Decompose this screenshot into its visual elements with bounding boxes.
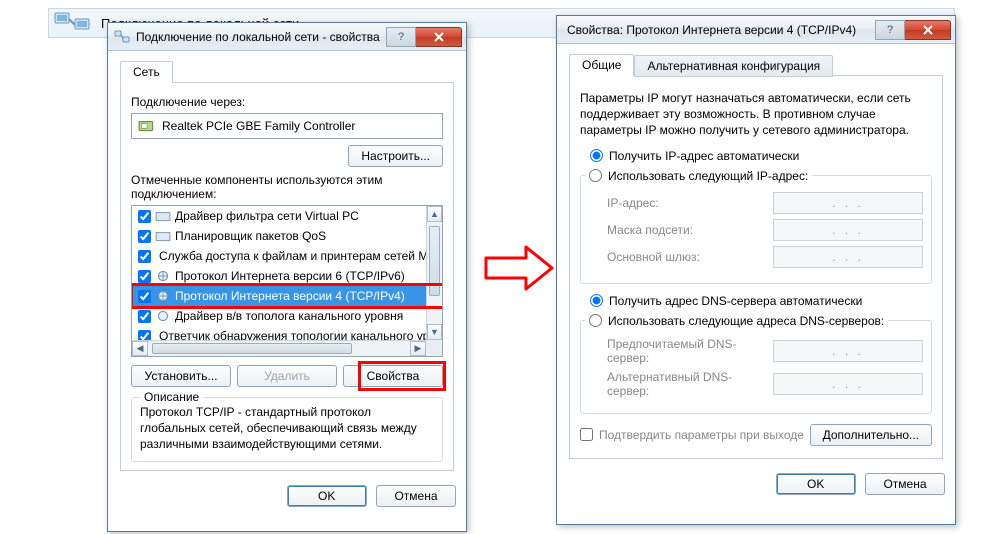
scrollbar-corner [426, 340, 442, 356]
intro-text: Параметры IP могут назначаться автоматич… [580, 90, 932, 139]
protocol-icon [155, 289, 171, 303]
scroll-down-button[interactable]: ▼ [427, 324, 442, 340]
network-icon [114, 29, 130, 45]
help-button[interactable]: ? [386, 27, 416, 47]
radio-ip-auto[interactable] [590, 149, 603, 162]
radio-dns-auto-label: Получить адрес DNS-сервера автоматически [609, 294, 862, 308]
component-label: Драйвер фильтра сети Virtual PC [175, 209, 359, 223]
service-icon [155, 229, 171, 243]
properties-button[interactable]: Свойства [343, 365, 443, 387]
component-item[interactable]: Драйвер фильтра сети Virtual PC [132, 206, 426, 226]
tabstrip: Сеть [120, 61, 454, 83]
scroll-right-button[interactable]: ▶ [410, 341, 426, 356]
close-button[interactable] [905, 20, 951, 40]
titlebar[interactable]: Свойства: Протокол Интернета версии 4 (T… [557, 16, 955, 44]
cancel-button[interactable]: Отмена [865, 473, 945, 495]
component-checkbox[interactable] [138, 230, 151, 243]
component-item[interactable]: Планировщик пакетов QoS [132, 226, 426, 246]
window-title: Подключение по локальной сети - свойства [136, 30, 386, 44]
components-label: Отмеченные компоненты используются этим … [131, 173, 443, 201]
radio-dns-manual[interactable] [589, 314, 602, 327]
component-item[interactable]: Драйвер в/в тополога канального уровня [132, 306, 426, 326]
titlebar[interactable]: Подключение по локальной сети - свойства… [108, 23, 466, 51]
gateway-field: . . . [773, 246, 923, 268]
subnet-mask-label: Маска подсети: [585, 223, 773, 237]
component-item[interactable]: Служба доступа к файлам и принтерам сете… [132, 246, 426, 266]
adapter-field: Realtek PCIe GBE Family Controller [131, 113, 443, 139]
scroll-thumb[interactable] [152, 343, 352, 354]
arrow-annotation [484, 245, 554, 291]
radio-dns-manual-label: Использовать следующие адреса DNS-сервер… [608, 314, 884, 328]
component-checkbox[interactable] [138, 250, 151, 263]
radio-ip-manual-label: Использовать следующий IP-адрес: [608, 169, 808, 183]
help-button[interactable]: ? [875, 20, 905, 40]
scroll-thumb[interactable] [429, 226, 440, 296]
horizontal-scrollbar[interactable]: ◀ ▶ [132, 340, 426, 356]
component-checkbox[interactable] [138, 290, 151, 303]
subnet-mask-field: . . . [773, 219, 923, 241]
ip-address-label: IP-адрес: [585, 196, 773, 210]
group-ip-manual: Использовать следующий IP-адрес: IP-адре… [580, 169, 932, 284]
connect-using-label: Подключение через: [131, 95, 443, 109]
components-listbox[interactable]: Драйвер фильтра сети Virtual PC Планиров… [131, 205, 443, 357]
component-checkbox[interactable] [138, 270, 151, 283]
cancel-button[interactable]: Отмена [376, 485, 456, 507]
install-button[interactable]: Установить... [131, 365, 231, 387]
close-button[interactable] [416, 27, 462, 47]
window-connection-properties: Подключение по локальной сети - свойства… [107, 22, 467, 532]
radio-ip-auto-label: Получить IP-адрес автоматически [609, 149, 799, 163]
gateway-label: Основной шлюз: [585, 250, 773, 264]
radio-ip-manual[interactable] [589, 169, 602, 182]
description-text: Протокол TCP/IP - стандартный протокол г… [140, 404, 434, 453]
protocol-icon [155, 269, 171, 283]
configure-button[interactable]: Настроить... [348, 145, 443, 167]
nic-icon [138, 118, 156, 134]
service-icon [155, 209, 171, 223]
tabstrip: Общие Альтернативная конфигурация [569, 54, 943, 76]
ok-button[interactable]: OK [776, 473, 856, 495]
window-title: Свойства: Протокол Интернета версии 4 (T… [563, 23, 875, 37]
remove-button: Удалить [237, 365, 337, 387]
component-label: Планировщик пакетов QoS [175, 229, 326, 243]
component-item-selected[interactable]: Протокол Интернета версии 4 (TCP/IPv4) [132, 286, 426, 306]
description-legend: Описание [140, 390, 203, 404]
component-checkbox[interactable] [138, 210, 151, 223]
tab-alt-config[interactable]: Альтернативная конфигурация [634, 55, 833, 77]
dns-alternate-label: Альтернативный DNS-сервер: [585, 370, 773, 398]
tab-network[interactable]: Сеть [120, 61, 173, 83]
confirm-on-exit-checkbox[interactable] [580, 428, 593, 441]
component-label: Драйвер в/в тополога канального уровня [175, 309, 403, 323]
vertical-scrollbar[interactable]: ▲ ▼ [426, 206, 442, 340]
component-item[interactable]: Протокол Интернета версии 6 (TCP/IPv6) [132, 266, 426, 286]
ok-button[interactable]: OK [287, 485, 367, 507]
network-connection-icon [53, 9, 93, 37]
advanced-button[interactable]: Дополнительно... [810, 424, 932, 446]
dns-preferred-label: Предпочитаемый DNS-сервер: [585, 337, 773, 365]
component-label: Протокол Интернета версии 6 (TCP/IPv6) [175, 269, 405, 283]
component-label: Служба доступа к файлам и принтерам сете… [159, 249, 426, 263]
radio-dns-auto[interactable] [590, 294, 603, 307]
close-icon [433, 32, 445, 42]
protocol-icon [155, 309, 171, 323]
component-checkbox[interactable] [138, 310, 151, 323]
ip-address-field: . . . [773, 192, 923, 214]
tab-general[interactable]: Общие [569, 54, 634, 76]
close-icon [922, 25, 934, 35]
group-dns-manual: Использовать следующие адреса DNS-сервер… [580, 314, 932, 414]
adapter-name: Realtek PCIe GBE Family Controller [162, 119, 355, 133]
scroll-up-button[interactable]: ▲ [427, 206, 442, 222]
component-label: Протокол Интернета версии 4 (TCP/IPv4) [175, 289, 405, 303]
scroll-left-button[interactable]: ◀ [132, 341, 148, 356]
window-ipv4-properties: Свойства: Протокол Интернета версии 4 (T… [556, 15, 956, 525]
confirm-on-exit-label: Подтвердить параметры при выходе [599, 428, 804, 442]
dns-alternate-field: . . . [773, 373, 923, 395]
dns-preferred-field: . . . [773, 340, 923, 362]
